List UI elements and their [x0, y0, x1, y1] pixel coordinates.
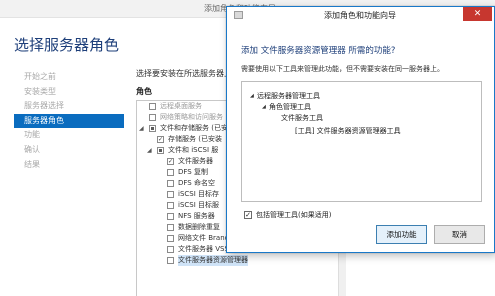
role-checkbox[interactable]	[167, 169, 174, 176]
roles-column-header: 角色	[136, 87, 152, 96]
role-checkbox[interactable]	[167, 257, 174, 264]
role-checkbox[interactable]	[157, 147, 164, 154]
dialog-titlebar: 添加角色和功能向导 ✕	[227, 7, 494, 24]
feature-item: 文件服务工具	[274, 113, 323, 123]
dialog-title: 添加角色和功能向导	[324, 11, 396, 20]
expand-icon[interactable]: ◢	[139, 123, 144, 134]
expand-icon[interactable]: ◢	[147, 145, 152, 156]
nav-item[interactable]: 结果	[14, 158, 124, 173]
role-checkbox[interactable]	[149, 103, 156, 110]
add-features-dialog: 添加角色和功能向导 ✕ 添加 文件服务器资源管理器 所需的功能? 需要使用以下工…	[226, 6, 495, 253]
role-label: NFS 服务器	[178, 212, 215, 220]
feature-label: [工具] 文件服务器资源管理器工具	[295, 127, 401, 135]
role-label: DFS 命名空	[178, 179, 215, 187]
nav-item[interactable]: 服务器角色	[14, 113, 124, 129]
nav-item[interactable]: 功能	[14, 128, 124, 143]
expand-icon[interactable]: ◢	[250, 91, 257, 101]
role-label: DFS 复制	[178, 168, 208, 176]
tree-row[interactable]: 文件服务器资源管理器	[137, 255, 340, 266]
page-title: 选择服务器角色	[14, 36, 120, 54]
role-label: iSCSI 目标存	[178, 190, 220, 198]
feature-label: 角色管理工具	[269, 103, 311, 111]
role-checkbox[interactable]	[167, 202, 174, 209]
include-tools-label: 包括管理工具(如果适用)	[256, 211, 332, 219]
close-icon[interactable]: ✕	[463, 7, 492, 21]
features-tree: ◢ 远程服务器管理工具 ◢ 角色管理工具 文件服务工具 [工具] 文件服务器资源管理器工具	[241, 81, 482, 202]
nav-item[interactable]: 开始之前	[14, 70, 124, 85]
role-checkbox[interactable]	[167, 213, 174, 220]
role-checkbox[interactable]	[167, 224, 174, 231]
wizard-nav: 开始之前 安装类型 服务器选择 服务器角色 功能 确认 结果	[14, 70, 124, 172]
role-checkbox[interactable]	[167, 235, 174, 242]
nav-item[interactable]: 确认	[14, 143, 124, 158]
expand-icon[interactable]: ◢	[262, 102, 269, 112]
role-label: 存储服务 (已安装	[168, 135, 222, 143]
role-checkbox[interactable]	[167, 191, 174, 198]
include-tools-checkbox[interactable]: ✓	[244, 211, 252, 219]
cancel-button[interactable]: 取消	[434, 225, 485, 244]
dialog-heading: 添加 文件服务器资源管理器 所需的功能?	[241, 46, 396, 56]
role-checkbox[interactable]: ✓	[167, 158, 174, 165]
feature-label: 远程服务器管理工具	[257, 92, 320, 100]
role-label: 远程桌面服务	[160, 102, 202, 110]
nav-item[interactable]: 安装类型	[14, 85, 124, 100]
app-icon	[234, 11, 243, 19]
role-label: 数据删除重复	[178, 223, 220, 231]
role-label: 文件服务器资源管理器	[178, 255, 248, 266]
role-checkbox[interactable]	[149, 114, 156, 121]
role-label: 文件和 iSCSI 服	[168, 146, 219, 154]
dialog-description: 需要使用以下工具来管理此功能，但不需要安装在同一服务器上。	[241, 65, 444, 73]
role-label: 网络策略和访问服务	[160, 113, 223, 121]
add-features-button[interactable]: 添加功能	[376, 225, 427, 244]
role-checkbox[interactable]	[167, 180, 174, 187]
role-label: 文件和存储服务 (已安装	[160, 124, 235, 132]
feature-item: ◢ 角色管理工具	[262, 102, 311, 112]
role-checkbox[interactable]	[149, 125, 156, 132]
feature-item: [工具] 文件服务器资源管理器工具	[288, 126, 401, 136]
role-checkbox[interactable]	[167, 246, 174, 253]
feature-label: 文件服务工具	[281, 114, 323, 122]
role-label: iSCSI 目标服	[178, 201, 220, 209]
nav-item[interactable]: 服务器选择	[14, 99, 124, 114]
role-label: 文件服务器	[178, 157, 213, 165]
feature-item: ◢ 远程服务器管理工具	[250, 91, 320, 101]
role-checkbox[interactable]: ✓	[157, 136, 164, 143]
